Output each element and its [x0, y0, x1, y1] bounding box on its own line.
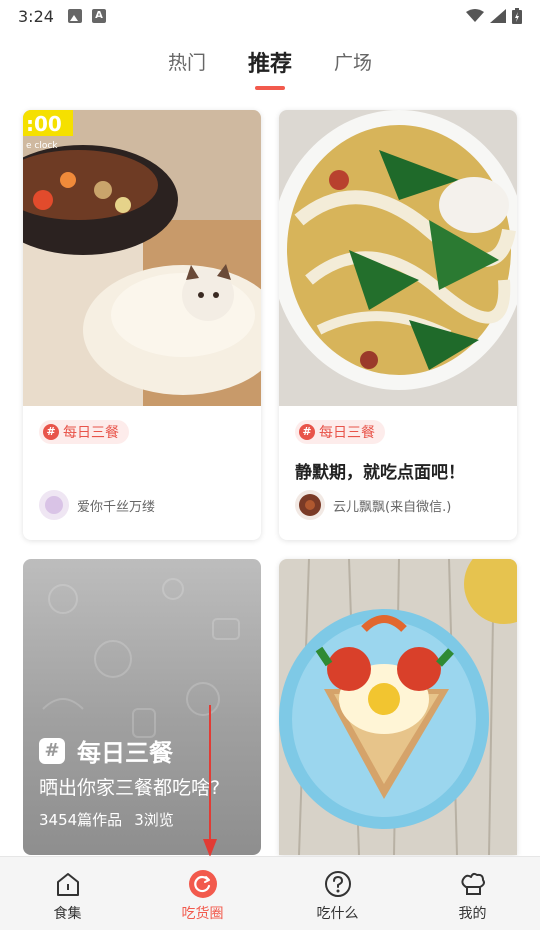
tab-hot[interactable]: 热门 — [168, 40, 206, 75]
image-notification-icon — [67, 9, 82, 23]
nav-mine[interactable]: 我的 — [405, 857, 540, 930]
home-icon — [56, 873, 79, 896]
topic-tag[interactable]: # 每日三餐 — [39, 420, 129, 444]
nav-what-to-eat[interactable]: 吃什么 — [270, 857, 405, 930]
signal-icon — [490, 9, 506, 23]
status-bar: 3:24 A — [0, 0, 540, 32]
question-icon — [324, 871, 351, 897]
battery-icon — [512, 8, 522, 24]
author-name: 云儿飘飘(来自微信.) — [333, 499, 452, 515]
tab-square[interactable]: 广场 — [334, 40, 372, 75]
topic-subtitle: 晒出你家三餐都吃啥? — [39, 777, 221, 799]
annotation-arrow — [203, 705, 217, 857]
chef-hat-icon — [460, 872, 485, 895]
avatar — [295, 490, 325, 520]
bottom-nav: 食集 吃货圈 吃什么 我的 — [0, 856, 540, 930]
author-info[interactable]: 云儿飘飘(来自微信.) — [295, 490, 451, 520]
status-time: 3:24 — [18, 6, 54, 26]
avatar — [39, 490, 69, 520]
feed-card[interactable]: # 每日三餐 静默期，就吃点面吧！ 云儿飘飘(来自微信.) — [279, 110, 517, 540]
tab-recommend[interactable]: 推荐 — [248, 40, 292, 90]
food-photo — [279, 110, 517, 406]
works-count: 3454篇作品 — [39, 811, 123, 829]
author-info[interactable]: 爱你千丝万缕 — [39, 490, 155, 520]
topic-stats: 3454篇作品 3浏览 — [39, 809, 174, 830]
food-photo — [279, 559, 517, 855]
nav-home[interactable]: 食集 — [0, 857, 135, 930]
feed-card[interactable] — [279, 559, 517, 855]
hashtag-icon: # — [43, 424, 59, 440]
svg-text::00: :00 — [26, 112, 62, 136]
top-tabs: 热门 推荐 广场 — [0, 40, 540, 92]
refresh-circle-icon — [188, 870, 217, 898]
views-count: 3浏览 — [134, 811, 174, 829]
active-tab-indicator — [254, 86, 285, 90]
feed-card[interactable]: :00 e clock # 每日三餐 爱你千丝万缕 — [23, 110, 261, 540]
wifi-icon — [466, 9, 484, 22]
nav-foodie-circle[interactable]: 吃货圈 — [135, 857, 270, 930]
card-title: 静默期，就吃点面吧！ — [295, 463, 465, 483]
hashtag-icon: # — [299, 424, 315, 440]
topic-heading: 每日三餐 — [77, 739, 173, 767]
food-photo: :00 e clock — [23, 110, 261, 406]
topic-card[interactable]: # 每日三餐 晒出你家三餐都吃啥? 3454篇作品 3浏览 — [23, 559, 261, 855]
svg-text:e clock: e clock — [26, 141, 58, 151]
hashtag-icon: # — [39, 737, 65, 764]
a-notification-icon: A — [91, 9, 106, 23]
author-name: 爱你千丝万缕 — [77, 499, 156, 515]
topic-tag[interactable]: # 每日三餐 — [295, 420, 385, 444]
